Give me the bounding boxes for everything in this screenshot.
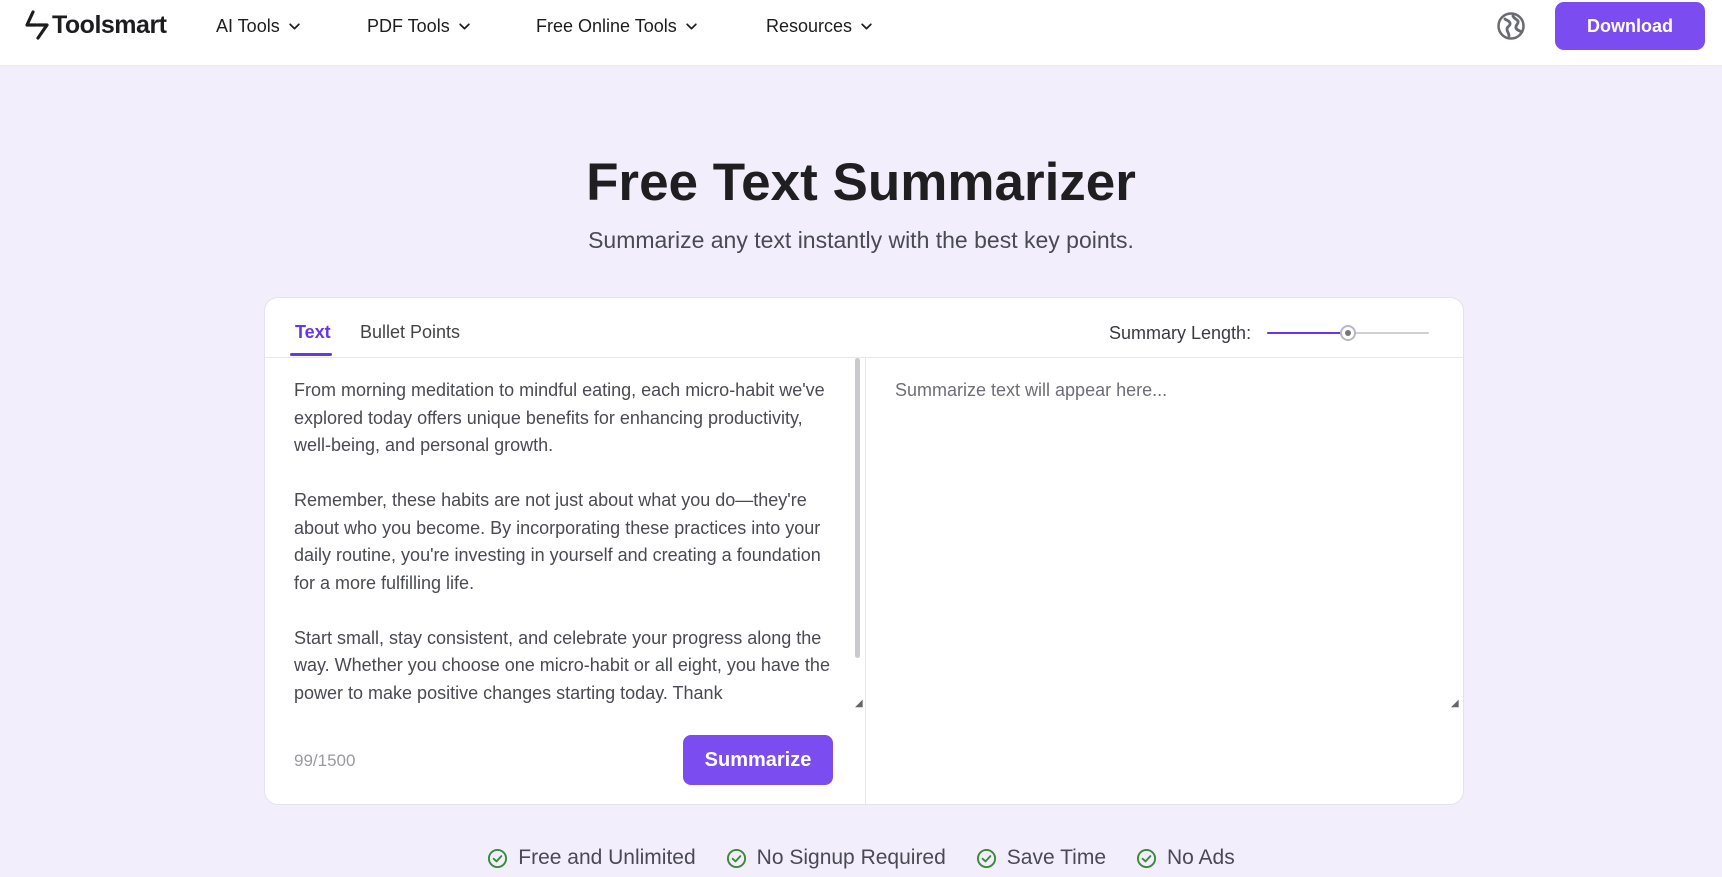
slider-fill bbox=[1267, 332, 1348, 334]
tab-bullet-points[interactable]: Bullet Points bbox=[360, 322, 460, 343]
chevron-down-icon bbox=[686, 22, 697, 30]
input-textarea[interactable]: From morning meditation to mindful eatin… bbox=[294, 377, 834, 707]
feature-no-ads: No Ads bbox=[1136, 846, 1235, 870]
active-tab-indicator bbox=[290, 353, 332, 356]
nav-pdf-tools[interactable]: PDF Tools bbox=[367, 14, 471, 38]
feature-no-signup: No Signup Required bbox=[726, 846, 946, 870]
chevron-down-icon bbox=[459, 22, 470, 30]
summarizer-card: Text Bullet Points Summary Length: From … bbox=[264, 297, 1464, 805]
check-circle-icon bbox=[726, 848, 746, 868]
nav-pdf-tools-label: PDF Tools bbox=[367, 15, 450, 36]
input-resize-handle[interactable]: ◢ bbox=[855, 699, 863, 709]
nav-resources[interactable]: Resources bbox=[766, 14, 873, 38]
feature-free-unlimited: Free and Unlimited bbox=[487, 846, 696, 870]
feature-list: Free and Unlimited No Signup Required Sa… bbox=[0, 843, 1722, 873]
nav-resources-label: Resources bbox=[766, 15, 853, 36]
summary-length-slider[interactable] bbox=[1267, 323, 1429, 343]
output-resize-handle[interactable]: ◢ bbox=[1451, 699, 1459, 709]
top-navbar: Toolsmart AI Tools PDF Tools Free Online… bbox=[0, 0, 1722, 66]
feature-label: Save Time bbox=[1006, 846, 1107, 869]
check-circle-icon bbox=[1136, 848, 1157, 868]
summary-length-label: Summary Length: bbox=[1109, 323, 1252, 343]
nav-ai-tools[interactable]: AI Tools bbox=[216, 14, 301, 38]
feature-label: Free and Unlimited bbox=[518, 846, 696, 869]
nav-free-online-tools[interactable]: Free Online Tools bbox=[536, 14, 698, 38]
tab-text[interactable]: Text bbox=[295, 322, 331, 343]
download-button[interactable]: Download bbox=[1555, 2, 1705, 50]
logo-text: Toolsmart bbox=[52, 10, 167, 39]
nav-ai-tools-label: AI Tools bbox=[216, 15, 280, 36]
check-circle-icon bbox=[976, 848, 996, 868]
feature-label: No Ads bbox=[1167, 846, 1235, 869]
toolsmart-logo[interactable]: Toolsmart bbox=[24, 10, 167, 40]
feature-save-time: Save Time bbox=[976, 846, 1106, 870]
summarize-button[interactable]: Summarize bbox=[683, 735, 833, 785]
nav-free-online-tools-label: Free Online Tools bbox=[536, 15, 677, 36]
output-textarea[interactable]: Summarize text will appear here... bbox=[895, 377, 1435, 707]
chevron-down-icon bbox=[289, 22, 300, 30]
chevron-down-icon bbox=[861, 22, 872, 30]
feature-label: No Signup Required bbox=[756, 846, 946, 869]
lightning-logo-icon bbox=[25, 10, 49, 40]
page-title: Free Text Summarizer bbox=[586, 153, 1136, 212]
slider-thumb[interactable] bbox=[1340, 325, 1356, 341]
character-counter: 99/1500 bbox=[294, 751, 356, 770]
globe-language-icon[interactable] bbox=[1496, 11, 1526, 41]
page-subtitle: Summarize any text instantly with the be… bbox=[588, 227, 1134, 253]
input-scrollbar[interactable] bbox=[855, 358, 860, 658]
column-divider bbox=[865, 358, 866, 804]
check-circle-icon bbox=[488, 848, 508, 868]
